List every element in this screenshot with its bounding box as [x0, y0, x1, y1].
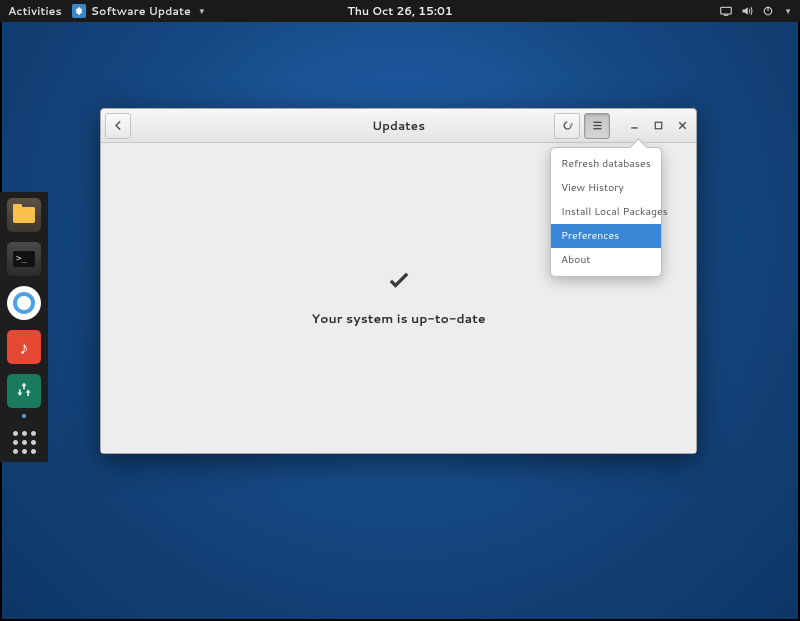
checkmark-icon — [385, 268, 413, 302]
screen-icon — [719, 5, 732, 18]
updates-window: Updates Your system is up-to-date — [100, 108, 697, 454]
volume-icon — [740, 5, 753, 18]
menu-item-about[interactable]: About — [551, 248, 661, 272]
folder-icon — [13, 207, 35, 223]
titlebar[interactable]: Updates — [101, 109, 696, 143]
menu-item-refresh-databases[interactable]: Refresh databases — [551, 152, 661, 176]
app-menu[interactable]: Software Update ▼ — [72, 3, 206, 19]
refresh-button[interactable] — [554, 113, 580, 139]
top-bar: Activities Software Update ▼ Thu Oct 26,… — [0, 0, 800, 22]
dock: ♪ — [0, 192, 48, 462]
chromium-icon — [13, 292, 35, 314]
refresh-icon — [561, 119, 574, 132]
chevron-down-icon: ▼ — [784, 5, 792, 17]
dock-item-app-grid[interactable] — [10, 428, 38, 456]
status-message: Your system is up-to-date — [311, 310, 485, 328]
dock-item-software-update[interactable] — [7, 374, 41, 408]
minimize-icon — [628, 119, 641, 132]
dock-item-terminal[interactable] — [7, 242, 41, 276]
power-icon — [761, 5, 774, 18]
chevron-left-icon — [112, 119, 125, 132]
chevron-down-icon: ▼ — [198, 5, 206, 17]
dock-item-music[interactable]: ♪ — [7, 330, 41, 364]
close-icon — [676, 119, 689, 132]
hamburger-popover: Refresh databases View History Install L… — [550, 147, 662, 277]
app-menu-label: Software Update — [91, 3, 191, 19]
hamburger-menu-button[interactable] — [584, 113, 610, 139]
dock-item-files[interactable] — [7, 198, 41, 232]
menu-item-preferences[interactable]: Preferences — [551, 224, 661, 248]
update-icon — [14, 381, 34, 401]
activities-button[interactable]: Activities — [8, 3, 62, 19]
system-status-area[interactable]: ▼ — [719, 5, 792, 18]
dock-running-indicator — [7, 414, 41, 418]
menu-item-install-local-packages[interactable]: Install Local Packages — [551, 200, 661, 224]
clock[interactable]: Thu Oct 26, 15:01 — [347, 3, 452, 19]
maximize-icon — [652, 119, 665, 132]
menu-item-view-history[interactable]: View History — [551, 176, 661, 200]
maximize-button[interactable] — [648, 116, 668, 136]
dock-item-chromium[interactable] — [7, 286, 41, 320]
close-button[interactable] — [672, 116, 692, 136]
app-menu-icon — [72, 4, 86, 18]
back-button[interactable] — [105, 113, 131, 139]
music-icon: ♪ — [20, 334, 29, 360]
window-title: Updates — [372, 117, 425, 134]
terminal-icon — [13, 251, 35, 267]
minimize-button[interactable] — [624, 116, 644, 136]
hamburger-icon — [591, 119, 604, 132]
